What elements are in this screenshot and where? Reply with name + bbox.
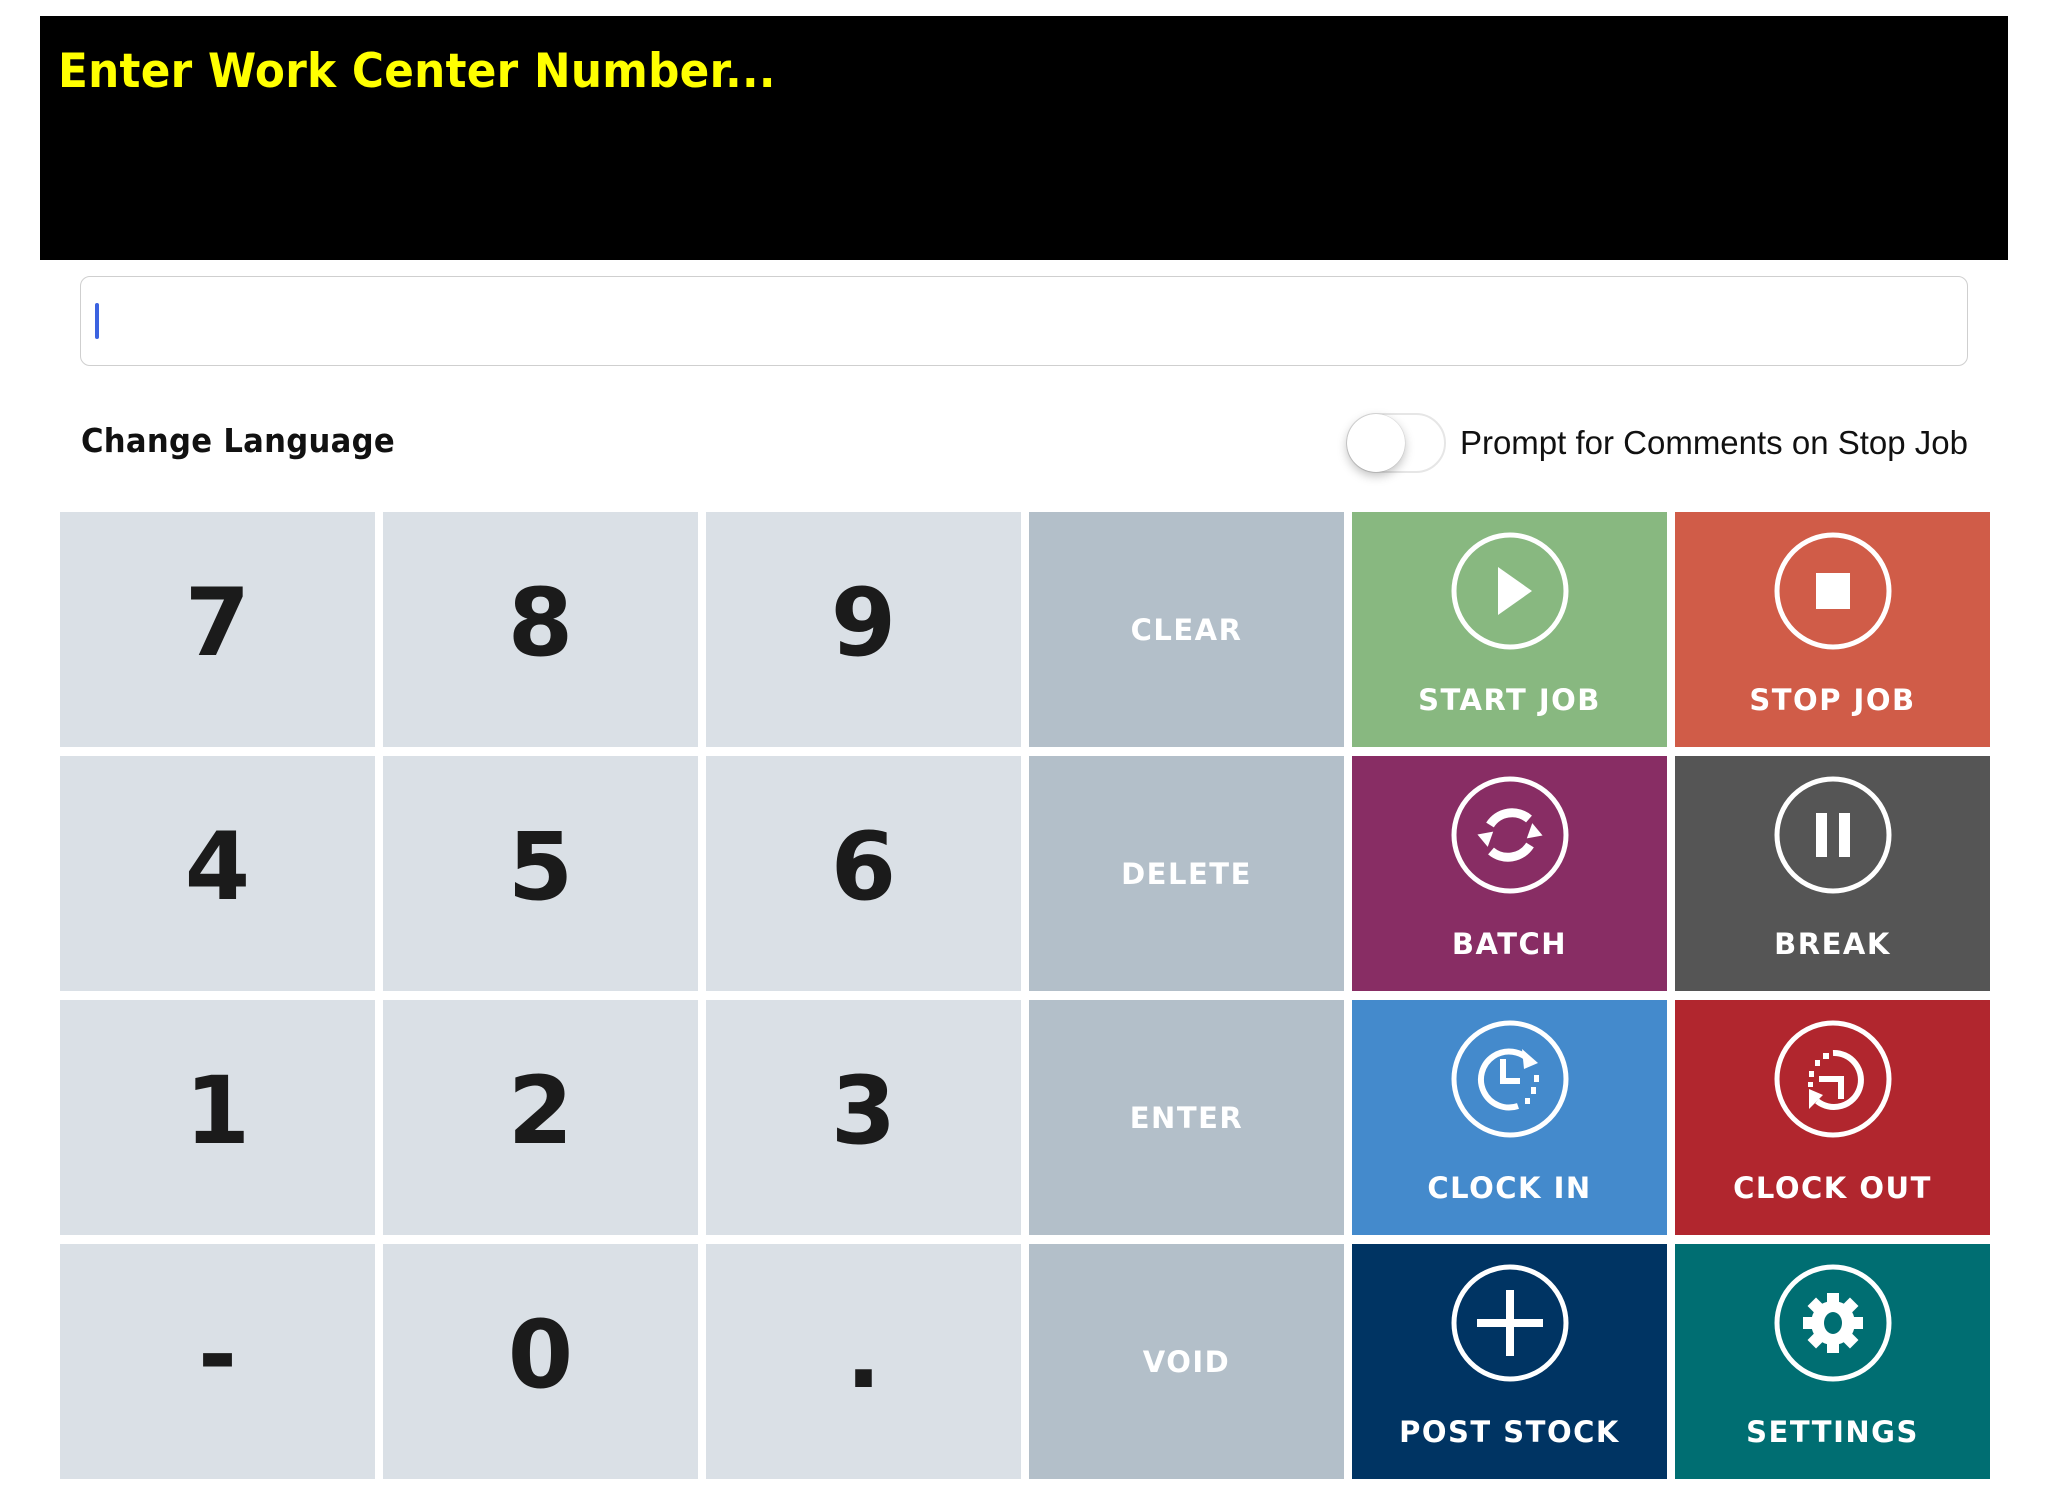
key-label: 9 bbox=[830, 569, 897, 678]
key-label: CLEAR bbox=[1130, 612, 1243, 647]
text-caret bbox=[95, 303, 99, 339]
key-label: 7 bbox=[184, 569, 251, 678]
key-8[interactable]: 8 bbox=[383, 512, 698, 747]
plus-icon bbox=[1450, 1263, 1570, 1383]
key-label: 4 bbox=[184, 813, 251, 922]
settings-button[interactable]: SETTINGS bbox=[1675, 1244, 1990, 1479]
keypad-grid: 7 8 9 CLEAR START JOB STOP JOB 4 5 6 DEL… bbox=[60, 512, 1990, 1480]
clear-button[interactable]: CLEAR bbox=[1029, 512, 1344, 747]
key-label: 2 bbox=[507, 1057, 574, 1166]
key-label: CLOCK OUT bbox=[1733, 1170, 1932, 1205]
start-job-button[interactable]: START JOB bbox=[1352, 512, 1667, 747]
prompt-comments-toggle[interactable] bbox=[1345, 413, 1446, 473]
key-label: SETTINGS bbox=[1746, 1414, 1919, 1449]
key-label: DELETE bbox=[1121, 856, 1252, 891]
stop-job-button[interactable]: STOP JOB bbox=[1675, 512, 1990, 747]
key-1[interactable]: 1 bbox=[60, 1000, 375, 1235]
prompt-comments-toggle-row: Prompt for Comments on Stop Job bbox=[1345, 413, 1968, 473]
clock-out-icon bbox=[1773, 1019, 1893, 1139]
key-6[interactable]: 6 bbox=[706, 756, 1021, 991]
work-center-input[interactable] bbox=[81, 277, 1967, 365]
refresh-icon bbox=[1450, 775, 1570, 895]
key-3[interactable]: 3 bbox=[706, 1000, 1021, 1235]
key-2[interactable]: 2 bbox=[383, 1000, 698, 1235]
break-button[interactable]: BREAK bbox=[1675, 756, 1990, 991]
delete-button[interactable]: DELETE bbox=[1029, 756, 1344, 991]
gear-icon bbox=[1773, 1263, 1893, 1383]
key-label: . bbox=[845, 1301, 882, 1410]
clock-in-button[interactable]: CLOCK IN bbox=[1352, 1000, 1667, 1235]
toggle-knob bbox=[1346, 414, 1405, 472]
key-label: 6 bbox=[830, 813, 897, 922]
key-label: 3 bbox=[830, 1057, 897, 1166]
key-label: 0 bbox=[507, 1301, 574, 1410]
enter-button[interactable]: ENTER bbox=[1029, 1000, 1344, 1235]
key-decimal[interactable]: . bbox=[706, 1244, 1021, 1479]
key-label: ENTER bbox=[1129, 1100, 1244, 1135]
prompt-title: Enter Work Center Number... bbox=[58, 44, 776, 99]
key-label: 1 bbox=[184, 1057, 251, 1166]
post-stock-button[interactable]: POST STOCK bbox=[1352, 1244, 1667, 1479]
stop-icon bbox=[1773, 531, 1893, 651]
key-label: STOP JOB bbox=[1749, 682, 1916, 717]
change-language-link[interactable]: Change Language bbox=[81, 421, 395, 460]
work-center-input-container[interactable] bbox=[80, 276, 1968, 366]
key-label: - bbox=[197, 1301, 237, 1410]
key-label: CLOCK IN bbox=[1427, 1170, 1592, 1205]
clock-out-button[interactable]: CLOCK OUT bbox=[1675, 1000, 1990, 1235]
key-minus[interactable]: - bbox=[60, 1244, 375, 1479]
clock-in-icon bbox=[1450, 1019, 1570, 1139]
key-4[interactable]: 4 bbox=[60, 756, 375, 991]
key-9[interactable]: 9 bbox=[706, 512, 1021, 747]
batch-button[interactable]: BATCH bbox=[1352, 756, 1667, 991]
play-icon bbox=[1450, 531, 1570, 651]
void-button[interactable]: VOID bbox=[1029, 1244, 1344, 1479]
key-0[interactable]: 0 bbox=[383, 1244, 698, 1479]
pause-icon bbox=[1773, 775, 1893, 895]
key-label: 8 bbox=[507, 569, 574, 678]
key-5[interactable]: 5 bbox=[383, 756, 698, 991]
key-label: BATCH bbox=[1451, 926, 1568, 961]
prompt-header: Enter Work Center Number... bbox=[40, 16, 2008, 260]
key-7[interactable]: 7 bbox=[60, 512, 375, 747]
prompt-comments-label: Prompt for Comments on Stop Job bbox=[1459, 424, 1968, 461]
key-label: VOID bbox=[1142, 1344, 1231, 1379]
key-label: BREAK bbox=[1774, 926, 1891, 961]
key-label: POST STOCK bbox=[1399, 1414, 1620, 1449]
key-label: START JOB bbox=[1418, 682, 1601, 717]
key-label: 5 bbox=[507, 813, 574, 922]
